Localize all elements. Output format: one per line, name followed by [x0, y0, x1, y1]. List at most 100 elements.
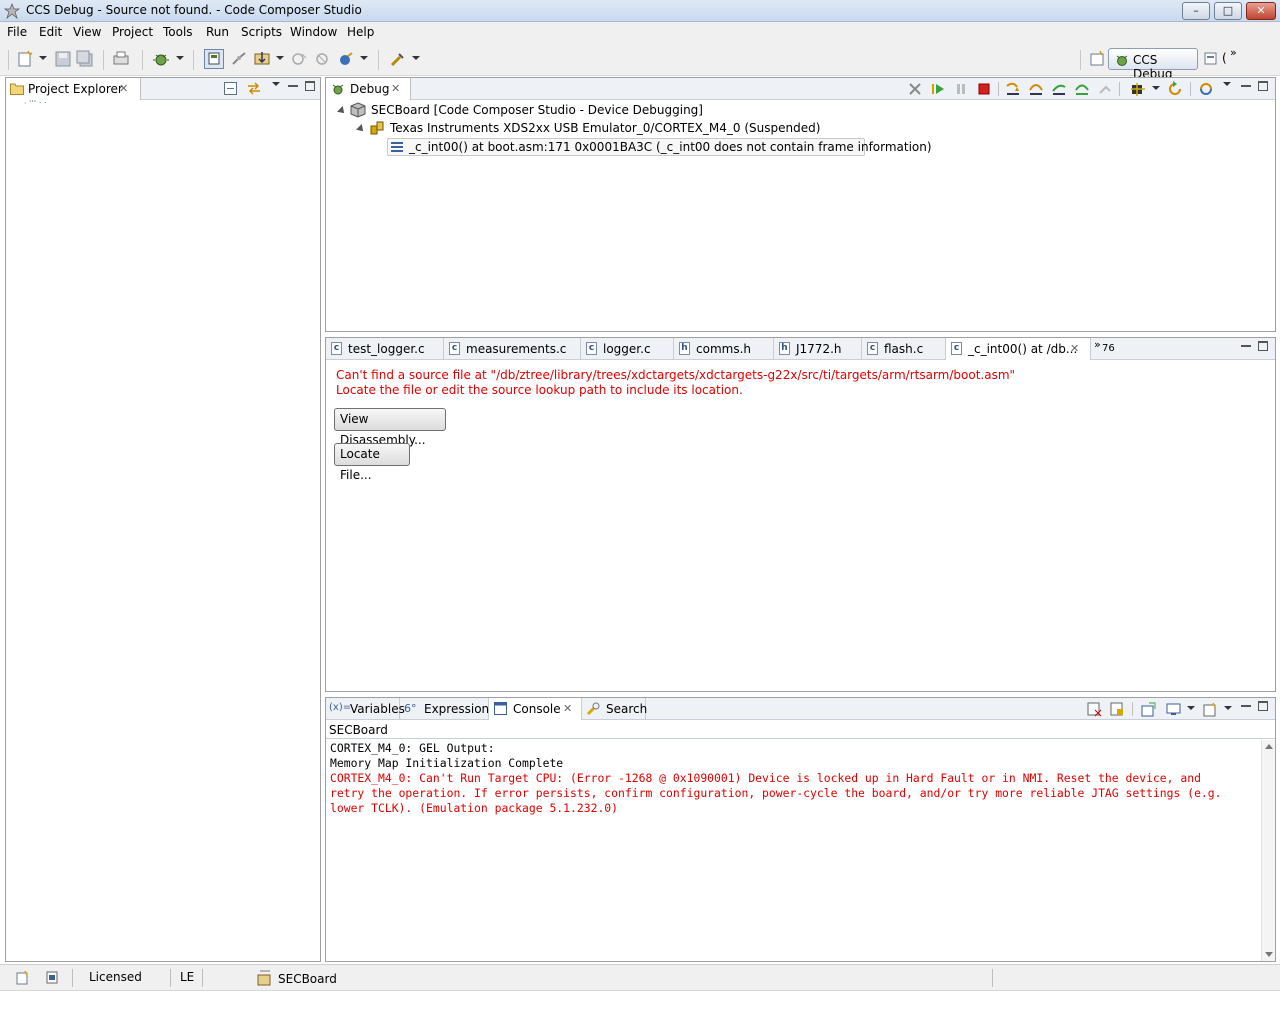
- reset-cpu-icon[interactable]: [1129, 81, 1147, 97]
- restart-icon[interactable]: [1167, 81, 1183, 97]
- maximize-view-icon[interactable]: [1258, 701, 1268, 711]
- selected-frame[interactable]: _c_int00() at boot.asm:171 0x0001BA3C (_…: [387, 138, 932, 156]
- reset-dropdown-icon[interactable]: [1152, 86, 1160, 90]
- tab-overflow-chevron-icon[interactable]: »: [1094, 338, 1101, 351]
- scroll-up-icon[interactable]: [1265, 744, 1273, 749]
- suspend-icon[interactable]: [953, 81, 969, 97]
- assembly-step-icon[interactable]: [1074, 81, 1090, 97]
- open-console-dropdown-icon[interactable]: [1224, 706, 1232, 710]
- other-perspective-icon[interactable]: [1204, 51, 1220, 67]
- link-editor-icon[interactable]: [246, 81, 262, 95]
- cpu-view-icon[interactable]: [204, 49, 224, 69]
- clear-console-icon[interactable]: [1087, 702, 1102, 717]
- external-tools-icon[interactable]: [389, 50, 407, 68]
- menu-scripts[interactable]: Scripts: [241, 25, 282, 39]
- maximize-view-icon[interactable]: [305, 81, 315, 91]
- tab-measurements[interactable]: c measurements.c: [444, 338, 581, 360]
- minimize-view-icon[interactable]: [1241, 341, 1251, 347]
- save-icon[interactable]: [54, 50, 72, 68]
- variables-icon: (x)=: [329, 702, 352, 713]
- tab-j1772[interactable]: h J1772.h: [774, 338, 862, 360]
- close-button[interactable]: ✕: [1246, 2, 1276, 20]
- open-perspective-icon[interactable]: [1088, 50, 1106, 68]
- refresh-icon[interactable]: [1198, 81, 1214, 97]
- view-menu-icon[interactable]: [1223, 82, 1231, 86]
- tab-variables[interactable]: (x)= Variables: [326, 698, 405, 720]
- tab-project-explorer[interactable]: Project Explorer ✕: [6, 78, 141, 100]
- menu-view[interactable]: View: [73, 25, 101, 39]
- menu-file[interactable]: File: [7, 25, 27, 39]
- menu-project[interactable]: Project: [112, 25, 153, 39]
- load-program-icon[interactable]: [253, 50, 271, 68]
- tab-logger[interactable]: c logger.c: [581, 338, 674, 360]
- menu-edit[interactable]: Edit: [39, 25, 62, 39]
- perspective-chevron-icon[interactable]: »: [1230, 46, 1237, 59]
- tools-icon[interactable]: [337, 50, 355, 68]
- tab-search[interactable]: Search: [582, 698, 647, 720]
- remove-breakpoint-icon[interactable]: [314, 50, 332, 68]
- print-icon[interactable]: [112, 50, 130, 68]
- console-output[interactable]: CORTEX_M4_0: GEL Output: Memory Map Init…: [330, 741, 1259, 959]
- perspective-overflow-icon[interactable]: (: [1222, 51, 1227, 65]
- maximize-view-icon[interactable]: [1258, 341, 1268, 351]
- menu-help[interactable]: Help: [347, 25, 374, 39]
- tree-root-label[interactable]: SECBoard [Code Composer Studio - Device …: [371, 103, 703, 117]
- tab-overflow-count[interactable]: 76: [1102, 343, 1115, 354]
- view-disassembly-button[interactable]: View Disassembly...: [334, 408, 446, 447]
- tab-comms[interactable]: h comms.h: [674, 338, 774, 360]
- open-console-icon[interactable]: [1203, 702, 1218, 717]
- display-console-icon[interactable]: [1166, 702, 1181, 717]
- collapse-arrow-icon[interactable]: [356, 124, 366, 134]
- minimize-view-icon[interactable]: [288, 81, 298, 87]
- minimize-view-icon[interactable]: [1241, 701, 1251, 707]
- remove-terminated-icon[interactable]: [907, 81, 923, 97]
- maximize-view-icon[interactable]: [1258, 81, 1268, 91]
- external-tools-dropdown-icon[interactable]: [412, 56, 420, 60]
- debug-dropdown-icon[interactable]: [176, 56, 184, 60]
- tab-console[interactable]: Console ✕: [489, 698, 582, 720]
- view-menu-icon[interactable]: [272, 82, 280, 86]
- debug-icon[interactable]: [152, 50, 170, 68]
- scroll-down-icon[interactable]: [1265, 952, 1273, 957]
- close-tab-icon[interactable]: ✕: [1070, 342, 1079, 355]
- drop-to-frame-icon[interactable]: [1097, 81, 1113, 97]
- minimize-view-icon[interactable]: [1241, 81, 1251, 87]
- close-tab-icon[interactable]: ✕: [119, 82, 128, 95]
- tab-test-logger[interactable]: c test_logger.c: [326, 338, 444, 360]
- pin-console-icon[interactable]: [1141, 702, 1156, 717]
- collapse-all-icon[interactable]: [224, 82, 237, 95]
- step-over-icon[interactable]: [1028, 81, 1044, 97]
- display-console-dropdown-icon[interactable]: [1187, 706, 1195, 710]
- fast-view-icon[interactable]: [16, 970, 31, 985]
- close-tab-icon[interactable]: ✕: [391, 82, 400, 95]
- resume-icon[interactable]: [930, 81, 946, 97]
- tree-stub[interactable]: · ʿʿʿ ˑ ˑ: [24, 99, 47, 108]
- perspective-ccs-debug[interactable]: CCS Debug: [1108, 48, 1198, 81]
- load-dropdown-icon[interactable]: [276, 56, 284, 60]
- locate-file-button[interactable]: Locate File...: [334, 443, 410, 482]
- console-scrollbar[interactable]: [1261, 740, 1275, 961]
- minimize-button[interactable]: –: [1182, 2, 1210, 20]
- menu-tools[interactable]: Tools: [163, 25, 193, 39]
- close-tab-icon[interactable]: ✕: [563, 702, 572, 715]
- tab-debug[interactable]: Debug ✕: [326, 78, 411, 100]
- memory-icon[interactable]: [45, 970, 60, 985]
- tab-expressions[interactable]: 6° Expressions: [400, 698, 495, 720]
- save-all-icon[interactable]: [76, 50, 94, 68]
- tab-c-int00[interactable]: c _c_int00() at /db... ✕: [946, 338, 1091, 360]
- menu-window[interactable]: Window: [290, 25, 337, 39]
- connect-icon[interactable]: [230, 50, 248, 68]
- collapse-arrow-icon[interactable]: [337, 106, 347, 116]
- step-return-icon[interactable]: [1051, 81, 1067, 97]
- restore-button[interactable]: □: [1214, 2, 1242, 20]
- new-dropdown-icon[interactable]: [39, 56, 47, 60]
- breakpoint-icon[interactable]: [290, 50, 308, 68]
- terminate-icon[interactable]: [976, 81, 992, 97]
- scroll-lock-icon[interactable]: [1110, 702, 1125, 717]
- step-into-icon[interactable]: [1005, 81, 1021, 97]
- tree-child-label[interactable]: Texas Instruments XDS2xx USB Emulator_0/…: [390, 121, 820, 135]
- tools-dropdown-icon[interactable]: [360, 56, 368, 60]
- new-icon[interactable]: [16, 50, 34, 68]
- menu-run[interactable]: Run: [206, 25, 229, 39]
- tab-flash[interactable]: c flash.c: [862, 338, 946, 360]
